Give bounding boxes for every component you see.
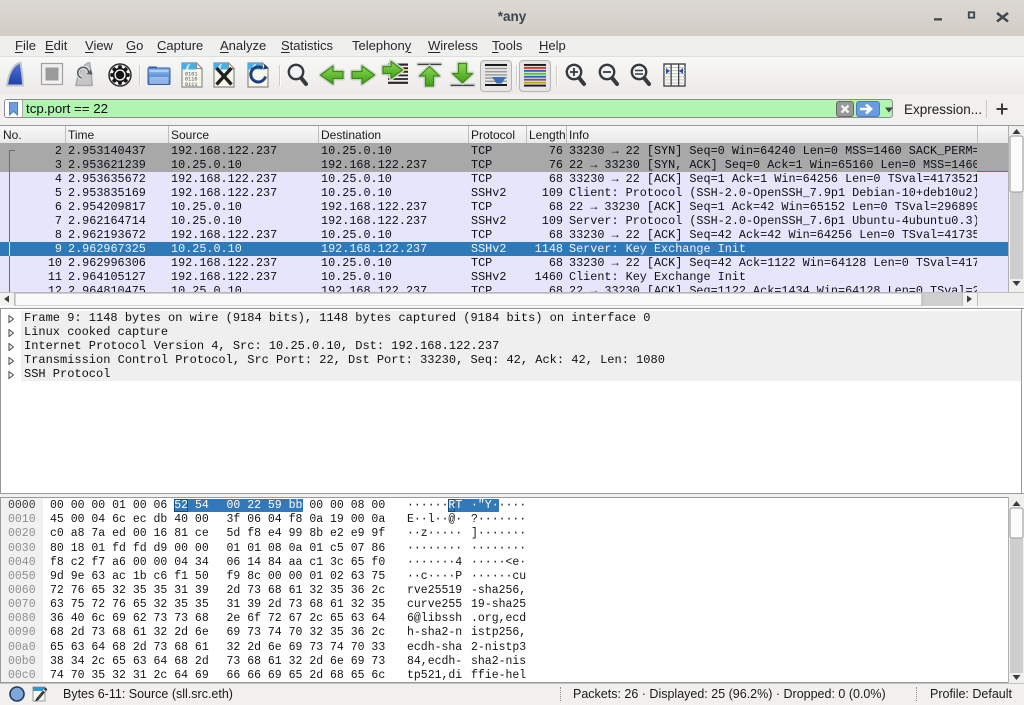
svg-text:0111: 0111 [185,82,197,88]
